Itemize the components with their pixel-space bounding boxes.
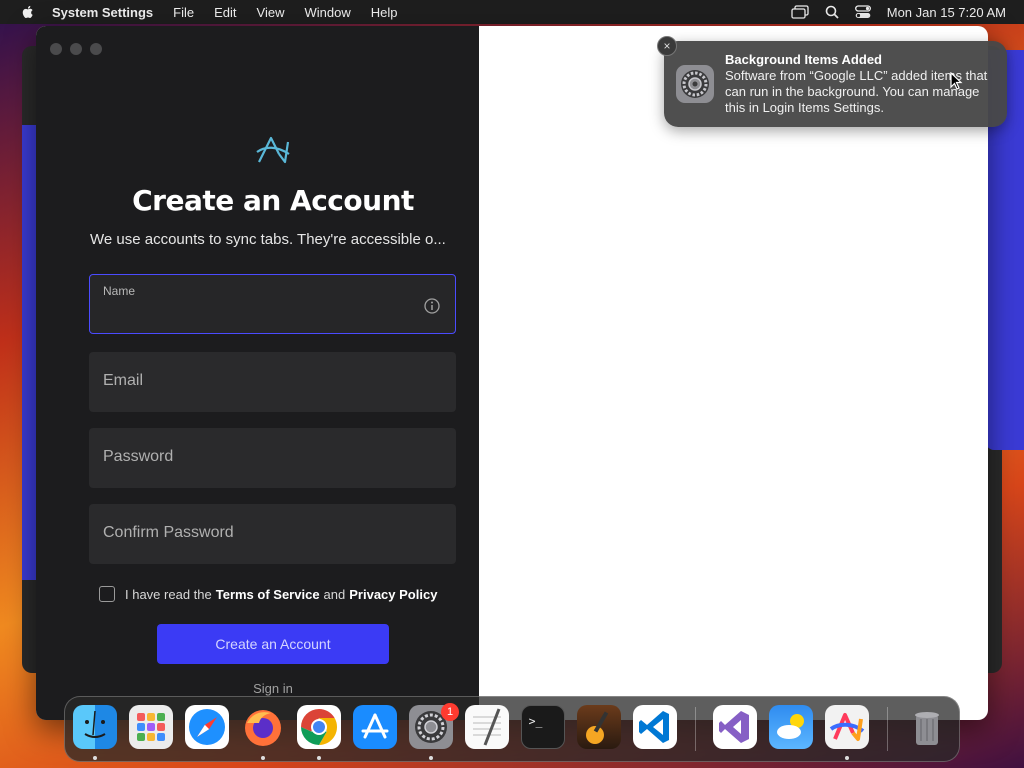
name-field-label: Name xyxy=(103,284,136,298)
menu-app-name[interactable]: System Settings xyxy=(52,5,153,20)
dock: 1 >_ xyxy=(64,696,960,762)
control-center-icon[interactable] xyxy=(854,5,871,19)
garageband-icon[interactable] xyxy=(577,705,621,749)
visual-studio-icon[interactable] xyxy=(713,705,757,749)
chrome-icon[interactable] xyxy=(297,705,341,749)
screen-mirroring-icon[interactable] xyxy=(791,5,809,19)
finder-running-indicator xyxy=(93,756,97,760)
notification-title: Background Items Added xyxy=(725,52,882,67)
menu-bar: System Settings File Edit View Window He… xyxy=(0,0,1024,24)
minimize-window-button[interactable] xyxy=(70,43,82,55)
window-controls xyxy=(50,43,102,55)
menu-bar-clock[interactable]: Mon Jan 15 7:20 AM xyxy=(887,5,1006,20)
dock-separator-trash xyxy=(887,707,888,751)
dock-separator xyxy=(695,707,696,751)
terms-of-service-link[interactable]: Terms of Service xyxy=(216,587,320,602)
terms-prefix: I have read the xyxy=(125,586,212,602)
terms-row: I have read the Terms of Service and Pri… xyxy=(99,586,441,602)
system-settings-badge: 1 xyxy=(441,703,459,721)
safari-icon[interactable] xyxy=(185,705,229,749)
system-settings-gear-icon xyxy=(676,65,714,103)
create-account-button[interactable]: Create an Account xyxy=(157,624,389,664)
terminal-icon[interactable]: >_ xyxy=(521,705,565,749)
background-window-edge-left xyxy=(22,125,36,580)
arc-running-indicator xyxy=(845,756,849,760)
password-placeholder: Password xyxy=(103,448,174,465)
terms-checkbox[interactable] xyxy=(99,586,115,602)
page-title: Create an Account xyxy=(132,184,414,217)
password-field[interactable]: Password xyxy=(89,428,456,488)
system-settings-running-indicator xyxy=(429,756,433,760)
email-field[interactable]: Email xyxy=(89,352,456,412)
arc-browser-icon[interactable] xyxy=(825,705,869,749)
finder-icon[interactable] xyxy=(73,705,117,749)
close-window-button[interactable] xyxy=(50,43,62,55)
info-icon[interactable] xyxy=(423,297,441,315)
menu-edit[interactable]: Edit xyxy=(214,5,236,20)
menu-view[interactable]: View xyxy=(257,5,285,20)
menu-help[interactable]: Help xyxy=(371,5,398,20)
notification-close-button[interactable]: × xyxy=(657,36,677,56)
svg-text:>_: >_ xyxy=(529,714,543,728)
chrome-running-indicator xyxy=(317,756,321,760)
app-logo-icon xyxy=(256,136,290,164)
vscode-icon[interactable] xyxy=(633,705,677,749)
sign-in-link[interactable]: Sign in xyxy=(36,681,510,696)
confirm-password-field[interactable]: Confirm Password xyxy=(89,504,456,564)
app-window: Create an Account We use accounts to syn… xyxy=(36,26,988,720)
app-store-icon[interactable] xyxy=(353,705,397,749)
privacy-policy-link[interactable]: Privacy Policy xyxy=(349,587,437,602)
page-subtitle: We use accounts to sync tabs. They're ac… xyxy=(90,231,446,248)
menu-window[interactable]: Window xyxy=(304,5,350,20)
trash-icon[interactable] xyxy=(905,705,949,749)
launchpad-icon[interactable] xyxy=(129,705,173,749)
mouse-cursor-icon xyxy=(950,72,963,90)
firefox-icon[interactable] xyxy=(241,705,285,749)
confirm-password-placeholder: Confirm Password xyxy=(103,524,234,541)
textedit-icon[interactable] xyxy=(465,705,509,749)
name-field[interactable]: Name xyxy=(89,274,456,334)
menu-file[interactable]: File xyxy=(173,5,194,20)
signup-panel: Create an Account We use accounts to syn… xyxy=(36,26,479,720)
zoom-window-button[interactable] xyxy=(90,43,102,55)
apple-menu-icon[interactable] xyxy=(20,4,36,20)
email-placeholder: Email xyxy=(103,372,144,389)
terms-and: and xyxy=(323,586,346,602)
spotlight-search-icon[interactable] xyxy=(825,5,839,19)
weather-icon[interactable] xyxy=(769,705,813,749)
firefox-running-indicator xyxy=(261,756,265,760)
